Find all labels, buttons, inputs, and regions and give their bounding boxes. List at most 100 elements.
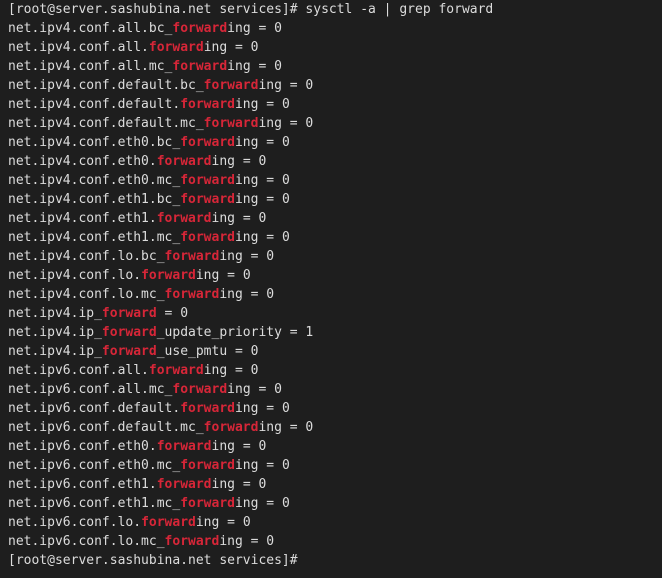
- output-line: net.ipv4.conf.all.bc_forwarding = 0: [8, 19, 654, 38]
- line-text: ing = 0: [219, 287, 275, 302]
- output-line: net.ipv4.ip_forward_update_priority = 1: [8, 323, 654, 342]
- grep-match-highlight: forward: [180, 401, 235, 416]
- grep-match-highlight: forward: [148, 40, 204, 55]
- grep-match-highlight: forward: [203, 78, 259, 93]
- grep-match-highlight: forward: [203, 420, 259, 435]
- output-line: net.ipv6.conf.eth0.forwarding = 0: [8, 437, 654, 456]
- grep-match-highlight: forward: [156, 439, 212, 454]
- line-text: ing = 0: [227, 382, 282, 397]
- grep-match-highlight: forward: [180, 458, 235, 473]
- line-text: ing = 0: [203, 40, 259, 55]
- line-text: ing = 0: [258, 78, 314, 93]
- line-text: ing = 0: [234, 192, 290, 207]
- grep-match-highlight: forward: [180, 135, 235, 150]
- output-line: net.ipv4.conf.eth0.forwarding = 0: [8, 152, 654, 171]
- line-text: net.ipv4.conf.default.mc_: [8, 116, 204, 131]
- line-text: net.ipv4.conf.eth1.bc_: [8, 192, 181, 207]
- line-text: ing = 0: [227, 21, 282, 36]
- output-line: net.ipv6.conf.lo.forwarding = 0: [8, 513, 654, 532]
- grep-match-highlight: forward: [172, 59, 228, 74]
- grep-match-highlight: forward: [180, 97, 235, 112]
- line-text: net.ipv6.conf.eth1.: [8, 477, 157, 492]
- grep-match-highlight: forward: [141, 515, 196, 530]
- line-text: net.ipv4.conf.all.mc_: [8, 59, 173, 74]
- line-text: net.ipv4.conf.eth0.: [8, 154, 157, 169]
- output-line: net.ipv6.conf.all.mc_forwarding = 0: [8, 380, 654, 399]
- line-text: net.ipv6.conf.eth0.mc_: [8, 458, 181, 473]
- grep-match-highlight: forward: [180, 230, 235, 245]
- grep-match-highlight: forward: [156, 477, 212, 492]
- output-line: net.ipv4.conf.default.forwarding = 0: [8, 95, 654, 114]
- output-line: net.ipv4.conf.eth1.bc_forwarding = 0: [8, 190, 654, 209]
- line-text: net.ipv6.conf.default.mc_: [8, 420, 204, 435]
- terminal-cursor[interactable]: [305, 552, 313, 567]
- terminal-output: [root@server.sashubina.net services]# sy…: [8, 0, 654, 570]
- output-line: net.ipv4.conf.all.forwarding = 0: [8, 38, 654, 57]
- line-text: ing = 0: [211, 211, 267, 226]
- line-text: net.ipv4.conf.all.: [8, 40, 149, 55]
- grep-match-highlight: forward: [101, 306, 157, 321]
- output-line: net.ipv4.ip_forward = 0: [8, 304, 654, 323]
- output-line: net.ipv6.conf.lo.mc_forwarding = 0: [8, 532, 654, 551]
- line-text: [root@server.sashubina.net services]#: [8, 553, 298, 568]
- line-text: net.ipv4.conf.eth1.mc_: [8, 230, 181, 245]
- line-text: ing = 0: [227, 59, 282, 74]
- line-text: net.ipv4.conf.lo.: [8, 268, 142, 283]
- grep-match-highlight: forward: [101, 344, 157, 359]
- grep-match-highlight: forward: [101, 325, 157, 340]
- line-text: ing = 0: [195, 515, 251, 530]
- line-text: net.ipv4.conf.all.bc_: [8, 21, 173, 36]
- grep-match-highlight: forward: [156, 211, 212, 226]
- active-prompt-line[interactable]: [root@server.sashubina.net services]#: [8, 551, 654, 570]
- line-text: net.ipv4.conf.lo.mc_: [8, 287, 165, 302]
- output-line: net.ipv4.conf.eth1.forwarding = 0: [8, 209, 654, 228]
- output-line: net.ipv4.conf.eth1.mc_forwarding = 0: [8, 228, 654, 247]
- line-text: ing = 0: [258, 420, 314, 435]
- line-text: net.ipv4.ip_: [8, 306, 102, 321]
- line-text: net.ipv6.conf.all.: [8, 363, 149, 378]
- grep-match-highlight: forward: [203, 116, 259, 131]
- output-line: net.ipv4.conf.eth0.mc_forwarding = 0: [8, 171, 654, 190]
- line-text: [root@server.sashubina.net services]# sy…: [8, 2, 494, 17]
- line-text: net.ipv4.conf.eth1.: [8, 211, 157, 226]
- line-text: net.ipv6.conf.default.: [8, 401, 181, 416]
- output-line: net.ipv6.conf.eth0.mc_forwarding = 0: [8, 456, 654, 475]
- grep-match-highlight: forward: [180, 192, 235, 207]
- line-text: net.ipv6.conf.all.mc_: [8, 382, 173, 397]
- line-text: ing = 0: [219, 534, 275, 549]
- grep-match-highlight: forward: [148, 363, 204, 378]
- line-text: ing = 0: [211, 154, 267, 169]
- line-text: net.ipv6.conf.eth0.: [8, 439, 157, 454]
- command-prompt-line: [root@server.sashubina.net services]# sy…: [8, 0, 654, 19]
- line-text: ing = 0: [211, 439, 267, 454]
- output-line: net.ipv6.conf.eth1.mc_forwarding = 0: [8, 494, 654, 513]
- output-line: net.ipv4.conf.default.mc_forwarding = 0: [8, 114, 654, 133]
- terminal-window[interactable]: [root@server.sashubina.net services]# sy…: [0, 0, 662, 578]
- line-text: net.ipv6.conf.lo.mc_: [8, 534, 165, 549]
- line-text: ing = 0: [203, 363, 259, 378]
- line-text: ing = 0: [234, 401, 290, 416]
- line-text: ing = 0: [195, 268, 251, 283]
- output-line: net.ipv4.ip_forward_use_pmtu = 0: [8, 342, 654, 361]
- line-text: ing = 0: [211, 477, 267, 492]
- output-line: net.ipv4.conf.eth0.bc_forwarding = 0: [8, 133, 654, 152]
- grep-match-highlight: forward: [180, 496, 235, 511]
- line-text: ing = 0: [219, 249, 275, 264]
- line-text: _use_pmtu = 0: [156, 344, 259, 359]
- output-line: net.ipv6.conf.all.forwarding = 0: [8, 361, 654, 380]
- output-line: net.ipv4.conf.lo.forwarding = 0: [8, 266, 654, 285]
- line-text: ing = 0: [234, 230, 290, 245]
- output-line: net.ipv4.conf.lo.bc_forwarding = 0: [8, 247, 654, 266]
- grep-match-highlight: forward: [141, 268, 196, 283]
- line-text: ing = 0: [234, 496, 290, 511]
- grep-match-highlight: forward: [164, 249, 220, 264]
- grep-match-highlight: forward: [156, 154, 212, 169]
- output-line: net.ipv4.conf.lo.mc_forwarding = 0: [8, 285, 654, 304]
- line-text: net.ipv6.conf.lo.: [8, 515, 142, 530]
- grep-match-highlight: forward: [180, 173, 235, 188]
- line-text: ing = 0: [258, 116, 314, 131]
- grep-match-highlight: forward: [172, 382, 228, 397]
- line-text: net.ipv4.conf.lo.bc_: [8, 249, 165, 264]
- grep-match-highlight: forward: [164, 287, 220, 302]
